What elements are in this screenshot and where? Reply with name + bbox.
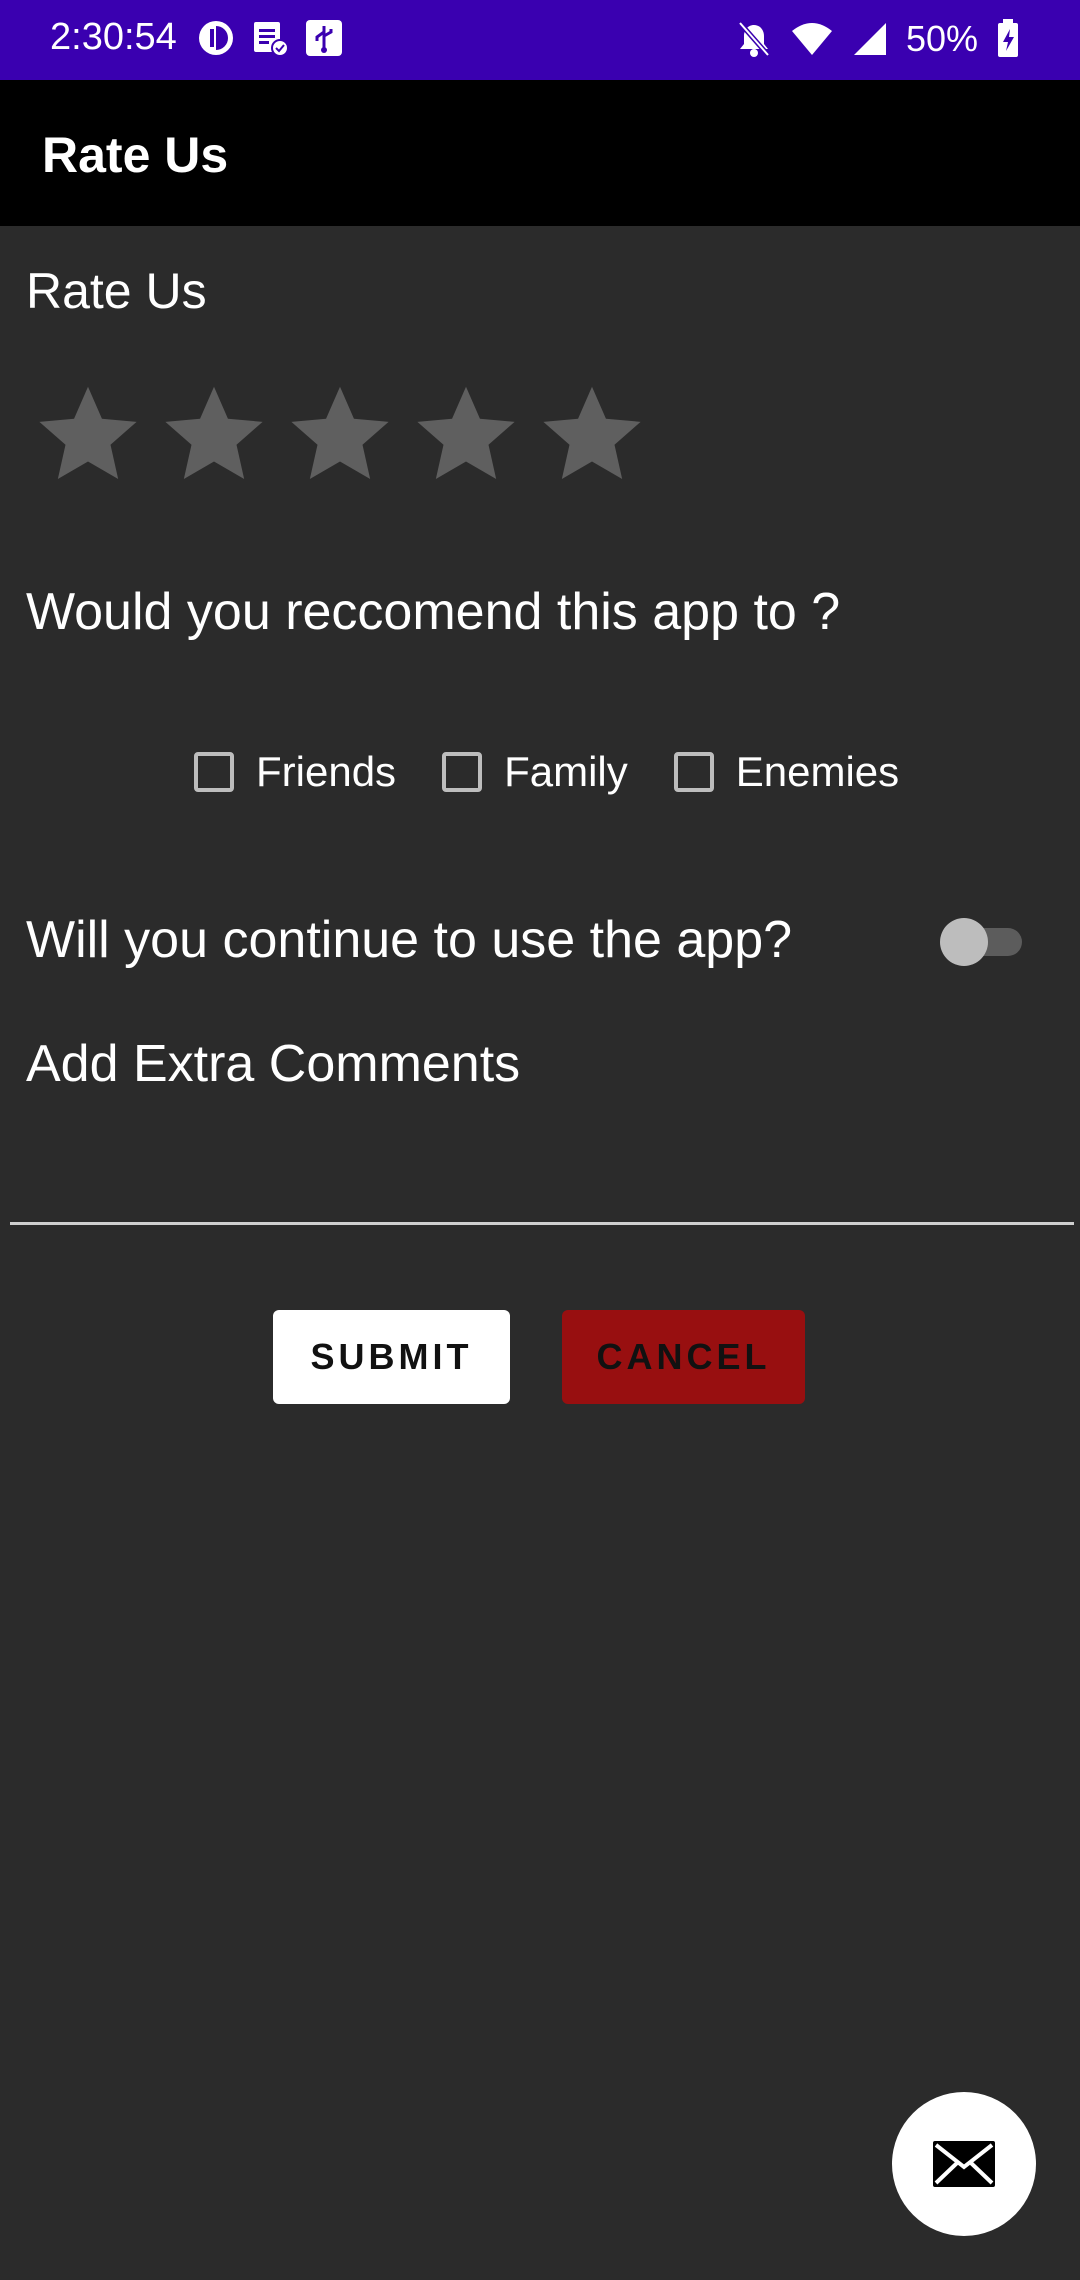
checkbox-family-label: Family [504, 748, 628, 795]
notifications-off-icon [738, 21, 770, 57]
rating-bar[interactable] [34, 380, 646, 488]
mail-icon [933, 2141, 995, 2187]
rating-label: Rate Us [26, 263, 207, 319]
star-5-icon[interactable] [538, 380, 646, 488]
recommend-options: Friends Family Enemies [194, 748, 945, 796]
comments-label: Add Extra Comments [26, 1035, 521, 1093]
toolbar-title: Rate Us [42, 127, 229, 183]
recommend-question: Would you reccomend this app to ? [26, 583, 841, 641]
star-1-icon[interactable] [34, 380, 142, 488]
mail-fab-button[interactable] [892, 2092, 1036, 2236]
checkbox-enemies-box[interactable] [673, 752, 714, 792]
battery-charging-icon [998, 19, 1018, 57]
switch-thumb[interactable] [940, 918, 988, 966]
signal-icon [853, 23, 886, 55]
star-3-icon[interactable] [286, 380, 394, 488]
checkbox-family[interactable]: Family [442, 748, 628, 796]
checkbox-friends[interactable]: Friends [194, 748, 396, 796]
checkbox-family-box[interactable] [442, 752, 483, 792]
task-list-icon [254, 22, 289, 57]
checkbox-enemies[interactable]: Enemies [673, 748, 900, 796]
battery-percentage: 50% [905, 18, 978, 59]
data-saver-icon [199, 21, 233, 55]
status-time: 2:30:54 [50, 16, 177, 58]
checkbox-friends-box[interactable] [194, 752, 234, 792]
usb-icon [306, 20, 342, 56]
status-icons-left [196, 18, 344, 58]
status-bar: 2:30:54 50% [0, 0, 1080, 80]
checkbox-enemies-label: Enemies [735, 748, 900, 795]
continue-use-switch[interactable] [940, 918, 1026, 966]
star-4-icon[interactable] [412, 380, 520, 488]
star-2-icon[interactable] [160, 380, 268, 488]
continue-use-question: Will you continue to use the app? [26, 911, 793, 969]
app-toolbar: Rate Us [0, 80, 1080, 226]
checkbox-friends-label: Friends [256, 748, 397, 795]
cancel-button[interactable]: CANCEL [562, 1310, 805, 1404]
status-icons-right: 50% [736, 18, 1020, 60]
wifi-icon [791, 23, 832, 55]
comments-input[interactable] [10, 1140, 1074, 1225]
submit-button[interactable]: SUBMIT [273, 1310, 510, 1404]
